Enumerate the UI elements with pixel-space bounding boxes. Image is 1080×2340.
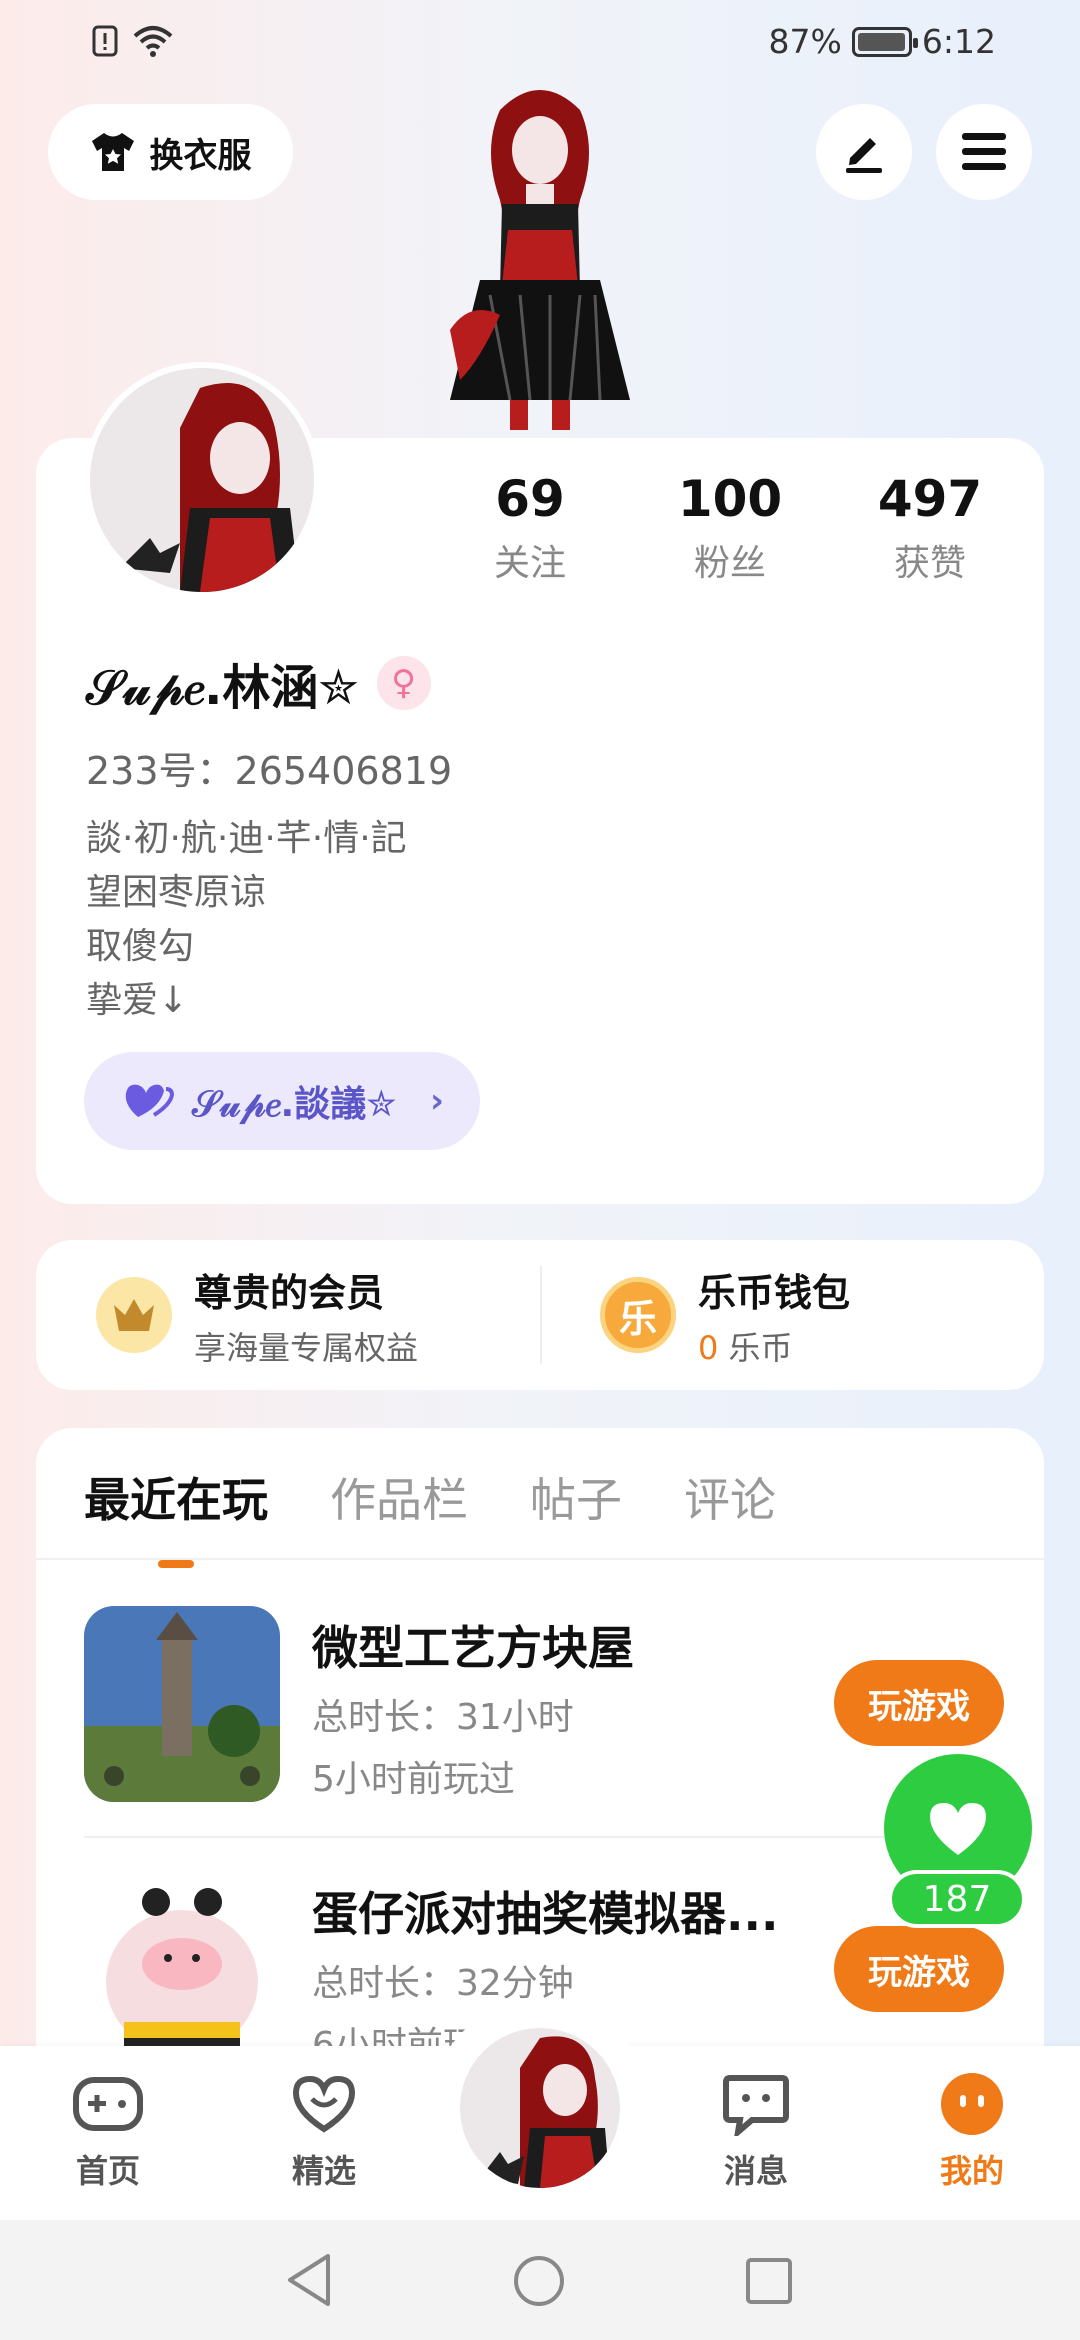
coin-icon: 乐 (600, 1277, 676, 1353)
relationship-name: 𝒮𝓊𝓅𝑒.談議✮ (192, 1084, 397, 1125)
gamepad-icon (73, 2077, 143, 2131)
tab-bar: 最近在玩 作品栏 帖子 评论 (84, 1464, 776, 1568)
relationship-pill[interactable]: 𝒮𝓊𝓅𝑒.談議✮ › (84, 1052, 480, 1150)
bio-line: 望困枣原谅 (86, 872, 267, 913)
pen-icon (846, 138, 882, 173)
change-outfit-label: 换衣服 (149, 135, 252, 176)
tab-posts[interactable]: 帖子 (530, 1464, 622, 1530)
home-icon[interactable] (512, 2254, 566, 2308)
female-icon: ♀ (376, 656, 431, 710)
tab-recent[interactable]: 最近在玩 (84, 1464, 268, 1568)
stat-label: 粉丝 (693, 543, 766, 584)
game-duration: 总时长：31小时 (312, 1697, 574, 1738)
heart-icon (930, 1803, 986, 1855)
battery-percent: 87% (768, 22, 842, 61)
game-duration: 总时长：32分钟 (312, 1963, 574, 2004)
vip-membership[interactable]: 尊贵的会员 享海量专属权益 (36, 1240, 540, 1390)
nickname-row: 𝒮𝓊𝓅𝑒.林涵✮ ♀ (86, 648, 431, 718)
vip-subtitle: 享海量专属权益 (194, 1328, 419, 1367)
vip-wallet-card: 尊贵的会员 享海量专属权益 乐 乐币钱包 0 乐币 (36, 1240, 1044, 1390)
game-thumbnail (84, 1606, 280, 1802)
battery-icon (851, 26, 918, 57)
wallet-title: 乐币钱包 (698, 1270, 851, 1315)
stat-following[interactable]: 69 关注 (430, 470, 630, 586)
wallet-balance: 0 乐币 (698, 1323, 850, 1369)
status-icons-left (92, 24, 174, 58)
stat-label: 获赞 (893, 543, 966, 584)
stat-value: 497 (877, 470, 983, 528)
nav-messages-label: 消息 (723, 2152, 788, 2190)
heart-outline-icon (292, 2075, 356, 2133)
divider (540, 1266, 542, 1364)
game-title: 蛋仔派对抽奖模拟器... (312, 1887, 779, 1941)
stat-value: 69 (495, 470, 565, 528)
game-title: 微型工艺方块屋 (312, 1621, 634, 1675)
like-count: 187 (888, 1870, 1026, 1928)
smiley-icon (941, 2073, 1003, 2135)
battery-fill (857, 32, 905, 51)
status-icons-right: 87% 6:12 (769, 22, 996, 61)
tab-works[interactable]: 作品栏 (330, 1464, 468, 1530)
stats-row: 69 关注 100 粉丝 497 获赞 (430, 470, 1030, 586)
wallet-amount: 0 (698, 1328, 719, 1367)
stat-value: 100 (677, 470, 783, 528)
double-heart-icon (125, 1084, 174, 1117)
nickname: 𝒮𝓊𝓅𝑒.林涵✮ (86, 660, 359, 716)
recents-icon[interactable] (744, 2256, 794, 2306)
crown-icon (96, 1277, 172, 1353)
nav-mine-label: 我的 (939, 2152, 1004, 2190)
clock: 6:12 (921, 22, 996, 61)
play-game-button[interactable]: 玩游戏 (834, 1926, 1004, 2012)
game-thumbnail (84, 1872, 280, 2068)
shirt-icon (91, 133, 134, 171)
chevron-right-icon: › (429, 1081, 444, 1121)
back-icon[interactable] (284, 2252, 334, 2308)
nav-home[interactable]: 首页 (38, 2068, 178, 2192)
user-id[interactable]: 233号：265406819 (86, 740, 452, 795)
edit-profile-button[interactable] (816, 104, 912, 200)
nav-home-label: 首页 (75, 2152, 140, 2190)
chat-icon (723, 2075, 789, 2136)
change-outfit-button[interactable]: 换衣服 (48, 104, 293, 200)
divider (36, 1558, 1044, 1560)
wallet-unit: 乐币 (718, 1328, 793, 1367)
bio-line: 談·初·航·迪·芊·情·記 (86, 818, 407, 859)
vip-title: 尊贵的会员 (194, 1270, 385, 1315)
nav-featured[interactable]: 精选 (254, 2068, 394, 2192)
stat-label: 关注 (493, 543, 566, 584)
tab-comments[interactable]: 评论 (684, 1464, 776, 1530)
notification-icon (92, 25, 118, 57)
nav-featured-label: 精选 (291, 2152, 356, 2190)
bio-line: 取傻勾 (86, 926, 195, 967)
coin-wallet[interactable]: 乐 乐币钱包 0 乐币 (540, 1240, 1044, 1390)
play-game-button[interactable]: 玩游戏 (834, 1660, 1004, 1746)
wifi-icon (133, 26, 173, 57)
avatar[interactable] (84, 362, 320, 598)
bio: 談·初·航·迪·芊·情·記 望困枣原谅 取傻勾 挚爱↓ (86, 812, 407, 1028)
menu-button[interactable] (936, 104, 1032, 200)
nav-avatar-button[interactable] (456, 2024, 624, 2192)
nav-messages[interactable]: 消息 (686, 2068, 826, 2192)
status-bar: 87% 6:12 (0, 0, 1080, 86)
character-figure[interactable] (430, 80, 650, 440)
stat-likes[interactable]: 497 获赞 (830, 470, 1030, 586)
nav-mine[interactable]: 我的 (902, 2068, 1042, 2192)
divider (84, 1836, 994, 1838)
game-last-played: 5小时前玩过 (312, 1759, 515, 1800)
bio-line: 挚爱↓ (86, 980, 189, 1021)
avatar-image (90, 368, 314, 592)
list-item[interactable]: 微型工艺方块屋 总时长：31小时 5小时前玩过 玩游戏 (84, 1606, 1004, 1806)
menu-icon (962, 133, 1006, 170)
system-nav-bar (0, 2220, 1080, 2340)
stat-fans[interactable]: 100 粉丝 (630, 470, 830, 586)
